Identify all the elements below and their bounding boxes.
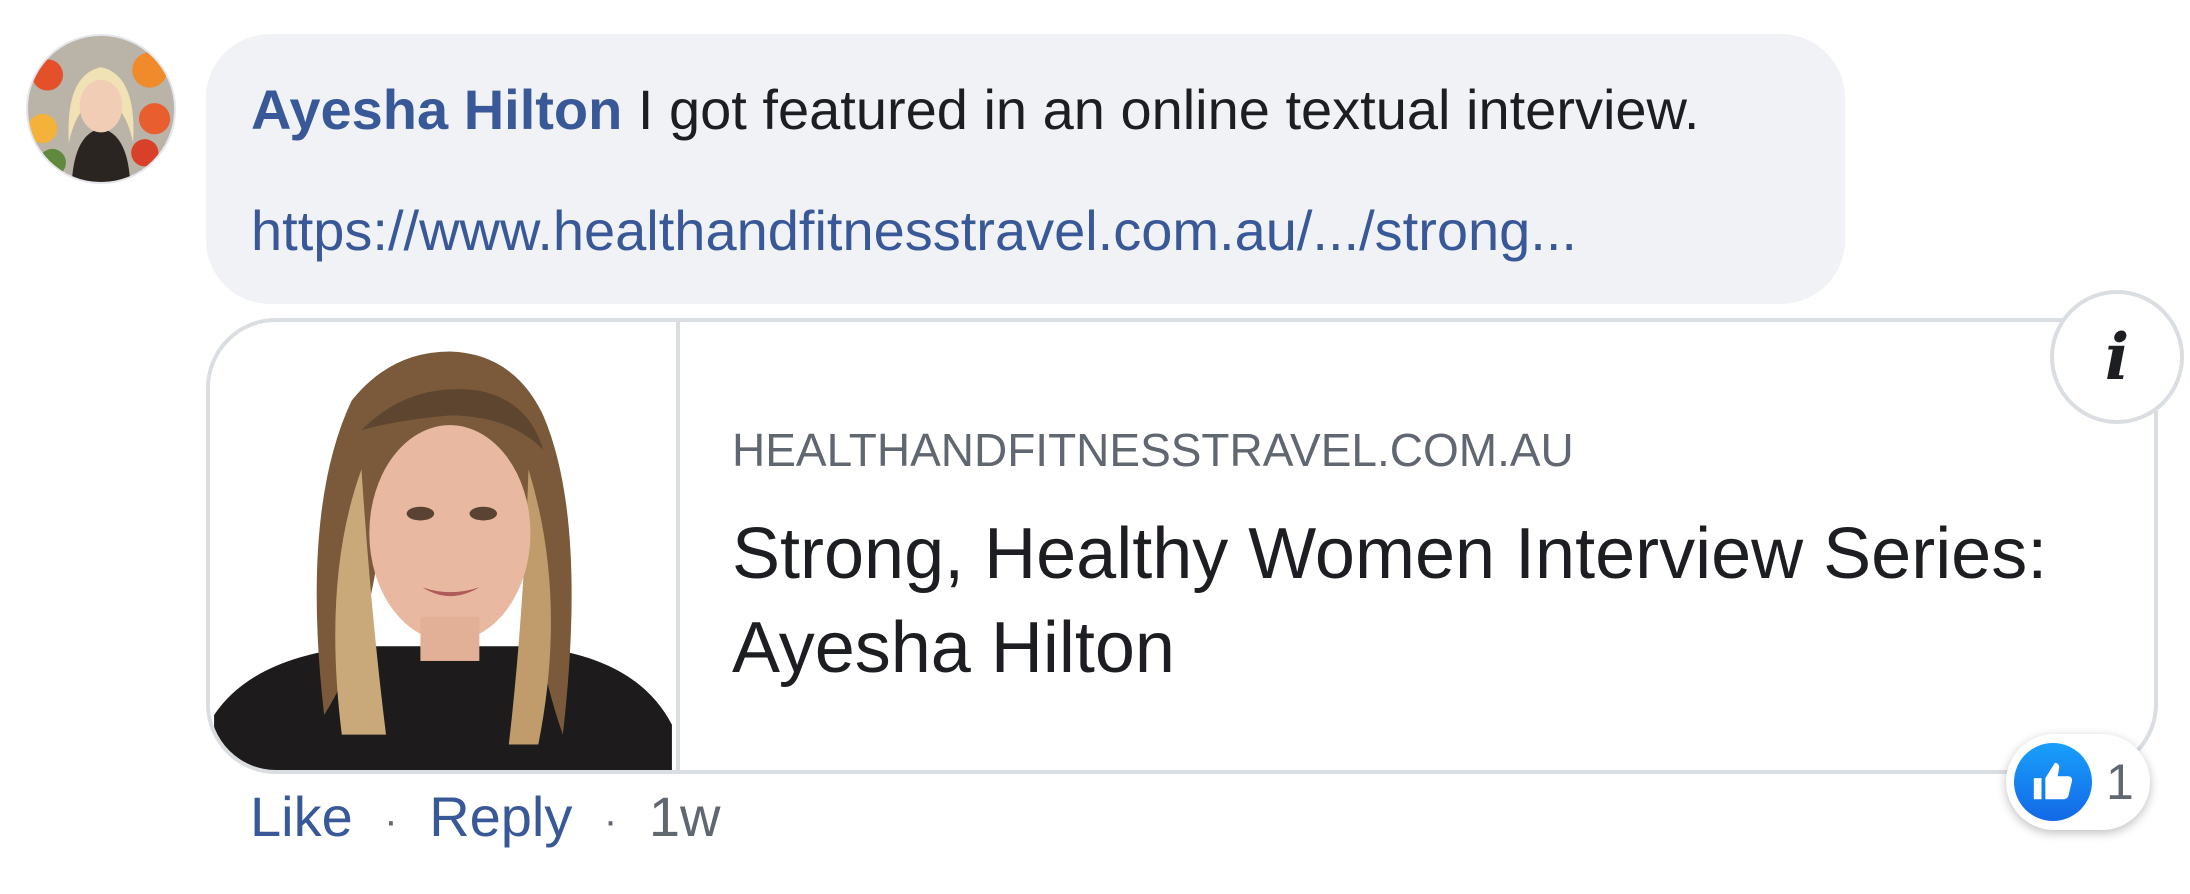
link-preview-image[interactable] [210, 322, 680, 770]
link-preview-card[interactable]: HEALTHANDFITNESSTRAVEL.COM.AU Strong, He… [206, 318, 2158, 774]
comment-thread: Ayesha Hilton I got featured in an onlin… [0, 0, 2190, 894]
comment-bubble: Ayesha Hilton I got featured in an onlin… [206, 34, 1845, 304]
reaction-summary[interactable]: 1 [2006, 734, 2150, 830]
separator-dot: · [384, 799, 398, 844]
comment-actions: Like · Reply · 1w [250, 782, 720, 856]
comment-url-link[interactable]: https://www.healthandfitnesstravel.com.a… [251, 197, 1577, 265]
separator-dot: · [603, 799, 618, 844]
author-avatar[interactable] [26, 34, 176, 184]
comment-timestamp[interactable]: 1w [649, 785, 721, 848]
comment-text-line: Ayesha Hilton I got featured in an onlin… [251, 76, 1699, 144]
comment-text: I got featured in an online textual inte… [637, 78, 1700, 141]
reaction-count: 1 [2106, 754, 2134, 810]
reply-button[interactable]: Reply [429, 785, 572, 848]
like-button[interactable]: Like [250, 785, 353, 848]
author-name-link[interactable]: Ayesha Hilton [251, 78, 622, 141]
info-icon[interactable]: i [2050, 290, 2184, 424]
link-preview-title[interactable]: Strong, Healthy Women Interview Series: … [732, 507, 2132, 695]
link-preview-domain: HEALTHANDFITNESSTRAVEL.COM.AU [732, 424, 1574, 476]
thumbs-up-icon [2014, 743, 2092, 821]
